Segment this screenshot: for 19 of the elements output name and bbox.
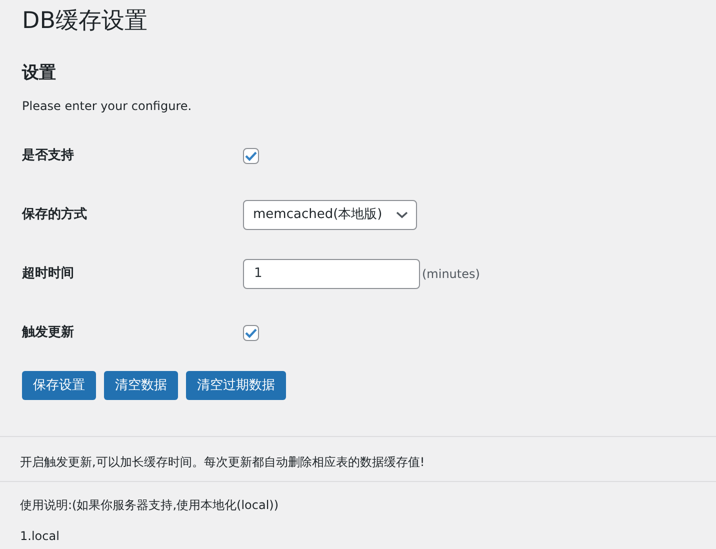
usage-item: 1.local — [19, 528, 60, 545]
action-button[interactable]: 清空数据 — [104, 371, 178, 400]
chevron-down-icon — [396, 210, 408, 219]
description-text: Please enter your configure. — [22, 98, 193, 116]
usage-text: 使用说明:(如果你服务器支持,使用本地化(local)) — [19, 497, 280, 514]
select-dropdown[interactable]: memcached(本地版) — [243, 200, 417, 230]
checkbox[interactable] — [243, 148, 259, 164]
field-label: 超时时间 — [22, 265, 75, 284]
field-label: 保存的方式 — [22, 206, 88, 224]
field-label: 触发更新 — [22, 324, 75, 342]
page-title: DB缓存设置 — [22, 7, 148, 36]
field-label: 是否支持 — [22, 147, 75, 166]
action-button[interactable]: 保存设置 — [22, 371, 96, 400]
input-field[interactable]: 1 — [243, 258, 420, 289]
section-title: 设置 — [22, 62, 57, 84]
checkbox[interactable] — [243, 324, 259, 341]
note-text: 开启触发更新,可以加长缓存时间。每次更新都自动删除相应表的数据缓存值! — [19, 454, 426, 472]
unit-label: (minutes) — [422, 266, 480, 283]
action-button[interactable]: 清空过期数据 — [186, 371, 286, 400]
